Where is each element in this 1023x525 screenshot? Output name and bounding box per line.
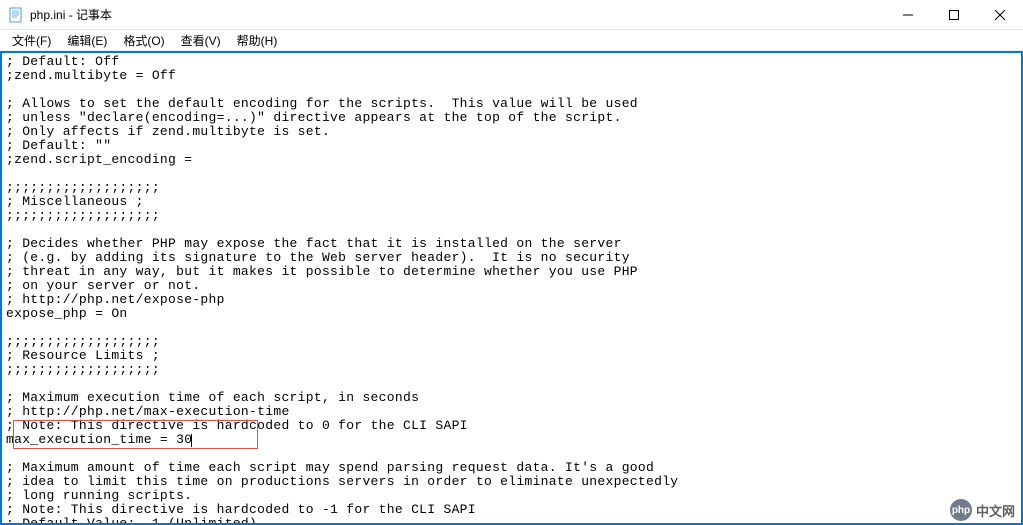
menu-file[interactable]: 文件(F) [4, 30, 59, 51]
editor-line: ; threat in any way, but it makes it pos… [6, 264, 638, 279]
editor-line: ; long running scripts. [6, 488, 192, 503]
editor-line: ; Only affects if zend.multibyte is set. [6, 124, 330, 139]
editor-line: ; Default Value: -1 (Unlimited) [6, 516, 257, 523]
editor-line: ; Default: "" [6, 138, 111, 153]
editor-line: ; Maximum amount of time each script may… [6, 460, 654, 475]
editor-line: ; Miscellaneous ; [6, 194, 144, 209]
close-button[interactable] [977, 0, 1023, 30]
editor-line: ; http://php.net/expose-php [6, 292, 225, 307]
notepad-icon [8, 7, 24, 23]
editor-line: ;;;;;;;;;;;;;;;;;;; [6, 208, 160, 223]
text-caret [191, 434, 192, 447]
menubar: 文件(F) 编辑(E) 格式(O) 查看(V) 帮助(H) [0, 30, 1023, 51]
editor-line: ; Decides whether PHP may expose the fac… [6, 236, 622, 251]
editor-line: ; Resource Limits ; [6, 348, 160, 363]
editor-line: ; on your server or not. [6, 278, 200, 293]
editor-line: ;;;;;;;;;;;;;;;;;;; [6, 334, 160, 349]
editor-line: ; idea to limit this time on productions… [6, 474, 678, 489]
editor-line: ; Note: This directive is hardcoded to 0… [6, 418, 468, 433]
titlebar: php.ini - 记事本 [0, 0, 1023, 30]
window-controls [885, 0, 1023, 29]
editor-line: ; Maximum execution time of each script,… [6, 390, 419, 405]
editor-line: expose_php = On [6, 306, 128, 321]
editor-line: max_execution_time = 30 [6, 432, 192, 447]
editor-line: ; Allows to set the default encoding for… [6, 96, 638, 111]
maximize-button[interactable] [931, 0, 977, 30]
editor-container: ; Default: Off ;zend.multibyte = Off ; A… [0, 51, 1023, 525]
editor-line: ; Note: This directive is hardcoded to -… [6, 502, 476, 517]
editor-line: ; (e.g. by adding its signature to the W… [6, 250, 630, 265]
editor-line: ;;;;;;;;;;;;;;;;;;; [6, 180, 160, 195]
editor-line: ;;;;;;;;;;;;;;;;;;; [6, 362, 160, 377]
editor-line: ;zend.script_encoding = [6, 152, 192, 167]
menu-view[interactable]: 查看(V) [173, 30, 229, 51]
menu-help[interactable]: 帮助(H) [229, 30, 286, 51]
minimize-button[interactable] [885, 0, 931, 30]
window-title: php.ini - 记事本 [30, 6, 885, 23]
editor-line: ; Default: Off [6, 54, 119, 69]
editor-line: ; http://php.net/max-execution-time [6, 404, 290, 419]
menu-edit[interactable]: 编辑(E) [59, 30, 115, 51]
menu-format[interactable]: 格式(O) [115, 30, 172, 51]
text-editor[interactable]: ; Default: Off ;zend.multibyte = Off ; A… [2, 53, 1021, 523]
editor-line: ; unless "declare(encoding=...)" directi… [6, 110, 622, 125]
editor-line: ;zend.multibyte = Off [6, 68, 176, 83]
